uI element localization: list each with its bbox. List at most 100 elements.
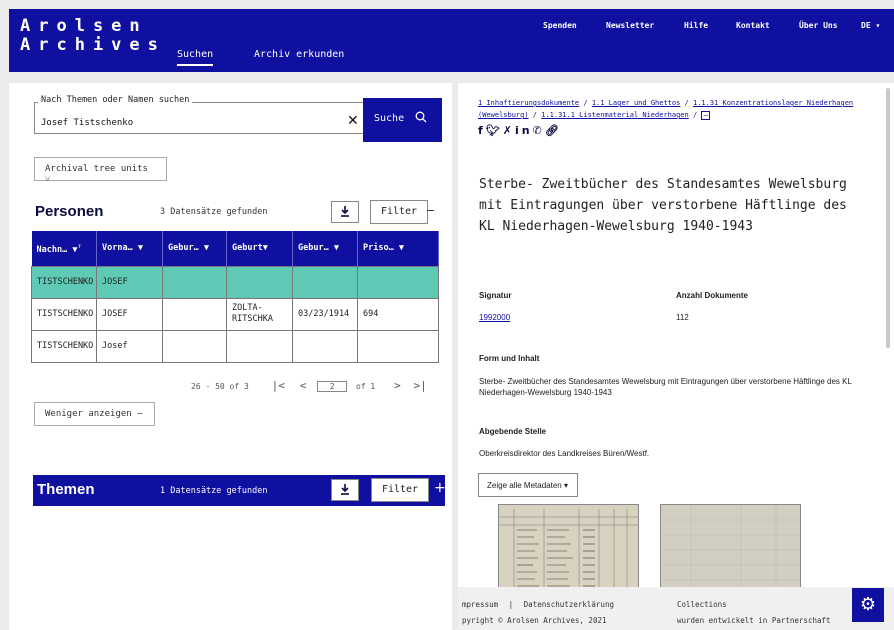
signatur-link[interactable]: 1992000 (479, 313, 510, 322)
stelle-value: Oberkreisdirektor des Landkreises Büren/… (479, 449, 650, 458)
stelle-label: Abgebende Stelle (479, 427, 547, 436)
logo-line-2: Archives (20, 35, 166, 55)
whatsapp-icon[interactable]: ✆ (533, 124, 545, 137)
language-select[interactable]: DE ▾ (861, 21, 880, 30)
column-header-vorname[interactable]: Vorna… ▼ (96, 231, 163, 266)
themen-title: Themen (37, 481, 95, 498)
personen-filter-button[interactable]: Filter (370, 200, 428, 224)
table-header-row: Nachn… ▼↑ Vorna… ▼ Gebur… ▼ Geburt▼ Gebu… (31, 231, 439, 266)
twitter-icon[interactable]: 🐦︎ (486, 124, 503, 137)
ledger-page-image (499, 505, 638, 593)
download-icon (341, 206, 349, 217)
cell-geburtsname (162, 329, 227, 363)
prev-page-icon[interactable]: < (300, 379, 307, 392)
last-page-icon[interactable]: >| (414, 379, 427, 392)
show-all-metadata-button[interactable]: Zeige alle Metadaten ▾ (478, 473, 578, 497)
themen-section-bar: Themen 1 Datensätze gefunden Filter + (33, 475, 446, 506)
table-row[interactable]: TISTSCHENKO JOSEF (31, 265, 439, 299)
chevron-down-icon: ▾ (875, 21, 881, 30)
cell-geburtsdatum: 03/23/1914 (292, 297, 358, 331)
datenschutz-link[interactable]: Datenschutzerklärung (524, 600, 614, 609)
next-page-icon[interactable]: > (394, 379, 401, 392)
caret-down-icon: ▾ (563, 481, 568, 490)
detail-scrollbar[interactable] (886, 88, 890, 348)
page-number-input[interactable]: 2 (317, 381, 348, 392)
column-label: Vorna… (102, 243, 133, 254)
filter-icon: ▼ (137, 243, 143, 254)
breadcrumb-link-1[interactable]: 1 Inhaftierungsdokumente (478, 99, 579, 107)
footer-separator: | (508, 600, 514, 609)
cell-geburtsort (226, 329, 293, 363)
nav-hilfe[interactable]: Hilfe (684, 21, 708, 30)
collapse-icon[interactable]: – (427, 203, 434, 217)
cell-prisoner-number (357, 329, 439, 363)
pager-range: 26 - 50 of 3 (191, 382, 249, 391)
cell-prisoner-number: 694 (357, 297, 439, 331)
gear-icon[interactable]: ⚙ (852, 588, 884, 622)
blank-page-image (661, 505, 800, 593)
column-label: Nachn… (36, 245, 68, 256)
table-row[interactable]: TISTSCHENKO JOSEF ZOLTA-RITSCHKA 03/23/1… (31, 297, 439, 331)
collapse-breadcrumb-icon[interactable]: – (701, 110, 711, 120)
search-button-label: Suche (374, 113, 405, 124)
nav-kontakt[interactable]: Kontakt (736, 21, 770, 30)
footer-links: mpressum | Datenschutzerklärung (462, 600, 614, 609)
document-thumbnail-1[interactable] (498, 504, 639, 594)
signatur-value: 1992000 (479, 313, 510, 322)
sort-arrow-icon: ↑ (77, 241, 82, 251)
anzahl-value: 112 (676, 313, 689, 322)
impressum-link[interactable]: mpressum (462, 600, 498, 609)
search-panel: Nach Themen oder Namen suchen Josef Tist… (9, 83, 452, 630)
nav-newsletter[interactable]: Newsletter (606, 21, 654, 30)
archival-tree-units-button[interactable]: Archival tree units ˅ (34, 157, 167, 185)
cell-nachname: TISTSCHENKO (31, 297, 97, 331)
column-header-geburtsname[interactable]: Gebur… ▼ (162, 231, 227, 266)
close-icon[interactable]: ✕ (347, 113, 359, 129)
first-page-icon[interactable]: |< (272, 379, 285, 392)
column-header-nachname[interactable]: Nachn… ▼↑ (31, 231, 97, 266)
cell-vorname: JOSEF (96, 297, 163, 331)
nav-ueber-uns[interactable]: Über Uns (799, 21, 838, 30)
link-icon[interactable]: 🔗︎ (545, 124, 562, 137)
metadata-button-label: Zeige alle Metadaten (487, 481, 562, 490)
filter-icon: ▼ (398, 243, 404, 254)
themen-download-button[interactable] (331, 479, 359, 501)
search-input[interactable]: Josef Tistschenko (41, 118, 133, 128)
search-icon (415, 111, 427, 126)
search-legend: Nach Themen oder Namen suchen (38, 95, 193, 105)
form-label: Form und Inhalt (479, 354, 540, 363)
cell-geburtsname (162, 265, 227, 299)
column-header-prisoner-number[interactable]: Priso… ▼ (357, 231, 439, 266)
personen-download-button[interactable] (331, 201, 359, 223)
search-button[interactable]: Suche (363, 98, 442, 142)
detail-panel: 1 Inhaftierungsdokumente / 1.1 Lager und… (458, 83, 894, 630)
themen-filter-button[interactable]: Filter (371, 478, 429, 502)
document-thumbnail-2[interactable] (660, 504, 801, 594)
xing-icon[interactable]: ✗ (503, 124, 515, 137)
show-less-button[interactable]: Weniger anzeigen — (34, 402, 155, 426)
language-label: DE (861, 21, 871, 30)
breadcrumb-link-2[interactable]: 1.1 Lager und Ghettos (592, 99, 681, 107)
show-less-label: Weniger anzeigen (45, 409, 132, 419)
tree-button-label: Archival tree units (45, 164, 148, 174)
linkedin-icon[interactable]: in (515, 124, 533, 137)
column-header-geburtsort[interactable]: Geburt▼ (226, 231, 293, 266)
personen-title: Personen (35, 203, 104, 220)
tab-archiv-erkunden[interactable]: Archiv erkunden (254, 49, 344, 60)
nav-spenden[interactable]: Spenden (543, 21, 577, 30)
download-icon (341, 484, 349, 495)
copyright-text: pyright © Arolsen Archives, 2021 (462, 616, 607, 625)
cell-geburtsname (162, 297, 227, 331)
personen-count: 3 Datensätze gefunden (160, 207, 268, 217)
breadcrumb-link-4[interactable]: 1.1.31.1 Listenmaterial Niederhagen (541, 111, 689, 119)
tab-suchen[interactable]: Suchen (177, 49, 214, 66)
facebook-icon[interactable]: f (478, 124, 486, 137)
column-header-geburtsdatum[interactable]: Gebur… ▼ (292, 231, 358, 266)
filter-icon: ▼ (262, 243, 268, 254)
expand-icon[interactable]: + (434, 480, 446, 496)
arolsen-logo[interactable]: Arolsen Archives (20, 17, 166, 55)
anzahl-label: Anzahl Dokumente (676, 291, 749, 300)
cell-geburtsort: ZOLTA-RITSCHKA (226, 297, 293, 331)
column-label: Geburt (232, 243, 263, 254)
table-row[interactable]: TISTSCHENKO Josef (31, 329, 439, 363)
